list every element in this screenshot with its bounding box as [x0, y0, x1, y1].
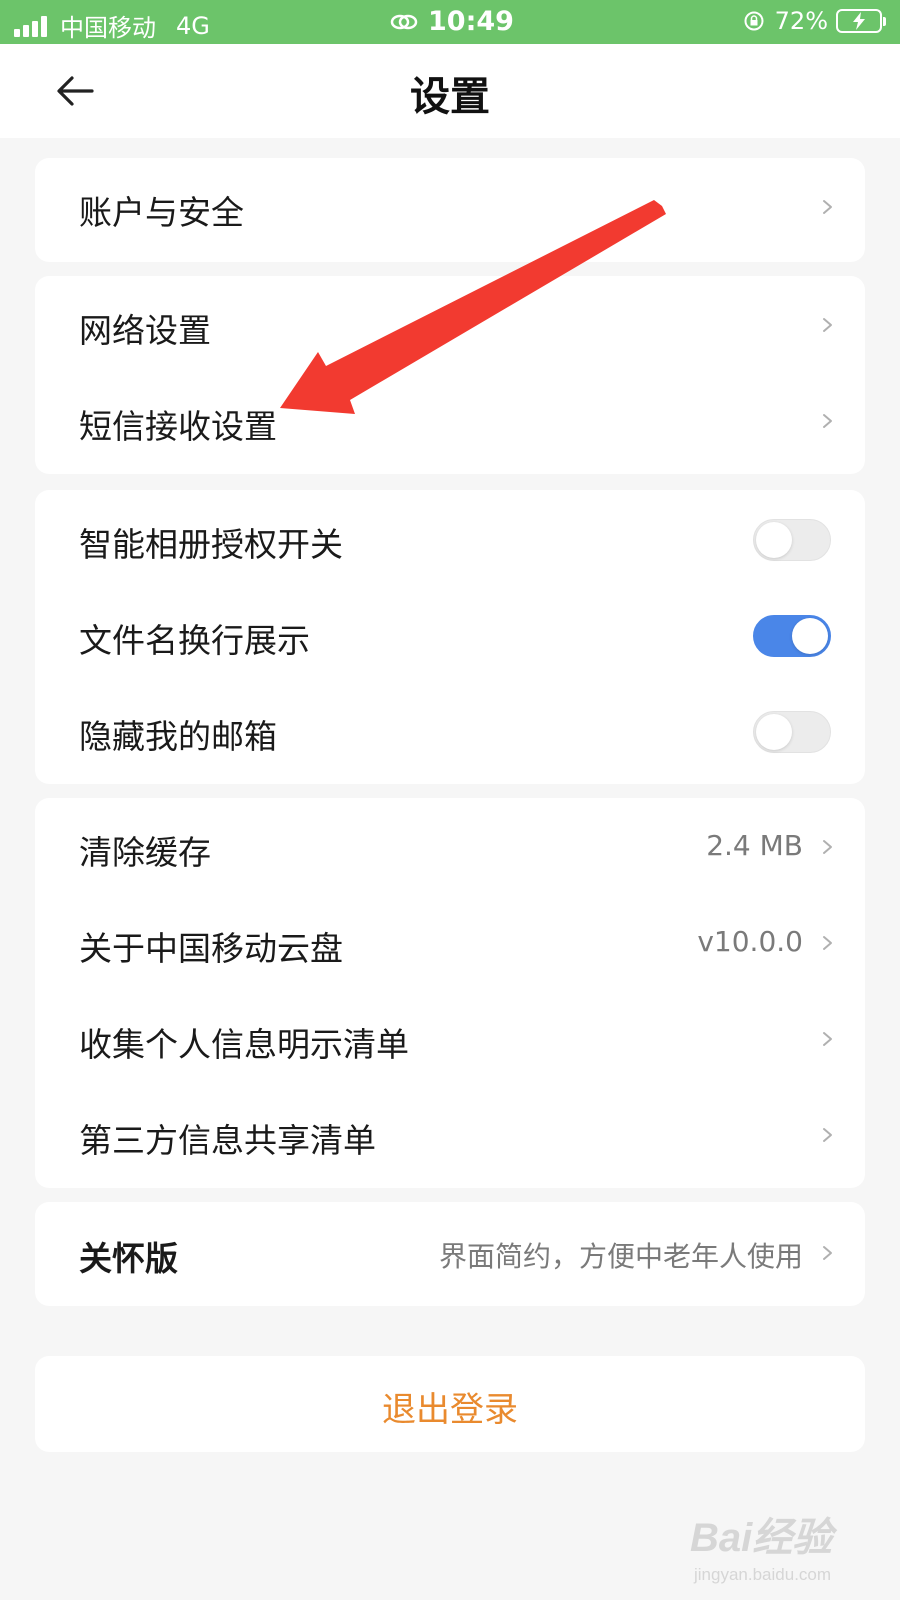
row-label: 文件名换行展示 — [79, 621, 310, 660]
row-label: 网络设置 — [79, 311, 211, 350]
row-care-mode[interactable]: 关怀版 界面简约，方便中老年人使用 — [35, 1206, 865, 1302]
row-account-security[interactable]: 账户与安全 — [35, 160, 865, 256]
row-about-app[interactable]: 关于中国移动云盘 v10.0.0 — [35, 896, 865, 992]
settings-group-toggles: 智能相册授权开关 文件名换行展示 隐藏我的邮箱 — [35, 490, 865, 784]
row-sms-settings[interactable]: 短信接收设置 — [35, 374, 865, 470]
row-filename-wrap: 文件名换行展示 — [35, 588, 865, 684]
status-left: 中国移动 4G — [14, 8, 210, 43]
logout-label: 退出登录 — [382, 1390, 518, 1430]
chevron-right-icon — [823, 1246, 832, 1260]
rotation-lock-icon — [744, 11, 764, 31]
settings-group-info: 清除缓存 2.4 MB 关于中国移动云盘 v10.0.0 收集个人信息明示清单 … — [35, 798, 865, 1188]
chevron-right-icon — [823, 936, 832, 950]
row-label: 第三方信息共享清单 — [79, 1121, 376, 1160]
logout-button[interactable]: 退出登录 — [35, 1356, 865, 1452]
watermark-url: jingyan.baidu.com — [694, 1565, 832, 1584]
toggle-knob — [792, 618, 828, 654]
chevron-right-icon — [823, 1128, 832, 1142]
row-third-party-list[interactable]: 第三方信息共享清单 — [35, 1088, 865, 1184]
carrier-name: 中国移动 — [60, 14, 156, 42]
row-label: 清除缓存 — [79, 833, 211, 872]
row-label: 智能相册授权开关 — [79, 525, 343, 564]
row-personal-info-list[interactable]: 收集个人信息明示清单 — [35, 992, 865, 1088]
chevron-right-icon — [823, 200, 832, 214]
row-hide-email: 隐藏我的邮箱 — [35, 684, 865, 780]
status-time: 10:49 — [428, 6, 514, 37]
status-right: 72% — [743, 7, 886, 35]
settings-group-account: 账户与安全 — [35, 158, 865, 262]
row-label: 关于中国移动云盘 — [79, 929, 343, 968]
page-title: 设置 — [410, 74, 490, 120]
cache-size: 2.4 MB — [706, 829, 803, 862]
network-type: 4G — [176, 11, 210, 40]
chevron-right-icon — [823, 840, 832, 854]
row-label: 关怀版 — [79, 1239, 178, 1278]
signal-icon — [14, 15, 50, 37]
status-center: 10:49 — [390, 6, 514, 37]
row-label: 短信接收设置 — [79, 407, 277, 446]
row-label: 收集个人信息明示清单 — [79, 1025, 409, 1064]
chevron-right-icon — [823, 318, 832, 332]
hide-email-toggle[interactable] — [753, 711, 831, 753]
settings-group-network: 网络设置 短信接收设置 — [35, 276, 865, 474]
battery-charging-icon — [836, 9, 886, 33]
care-mode-description: 界面简约，方便中老年人使用 — [438, 1240, 803, 1273]
app-version: v10.0.0 — [697, 925, 803, 958]
settings-group-care: 关怀版 界面简约，方便中老年人使用 — [35, 1202, 865, 1306]
filename-wrap-toggle[interactable] — [753, 615, 831, 657]
status-bar: 中国移动 4G 10:49 72% — [0, 0, 900, 44]
row-smart-album: 智能相册授权开关 — [35, 492, 865, 588]
row-network-settings[interactable]: 网络设置 — [35, 278, 865, 374]
chevron-right-icon — [823, 414, 832, 428]
row-clear-cache[interactable]: 清除缓存 2.4 MB — [35, 800, 865, 896]
toggle-knob — [756, 522, 792, 558]
row-label: 隐藏我的邮箱 — [79, 717, 277, 756]
battery-percent: 72% — [774, 7, 828, 35]
watermark: Bai经验 jingyan.baidu.com — [690, 1505, 832, 1585]
toggle-knob — [756, 714, 792, 750]
app-header: 设置 — [0, 44, 900, 138]
chevron-right-icon — [823, 1032, 832, 1046]
link-icon — [390, 14, 418, 29]
watermark-brand: Bai经验 — [690, 1516, 833, 1560]
row-label: 账户与安全 — [79, 193, 244, 232]
smart-album-toggle[interactable] — [753, 519, 831, 561]
